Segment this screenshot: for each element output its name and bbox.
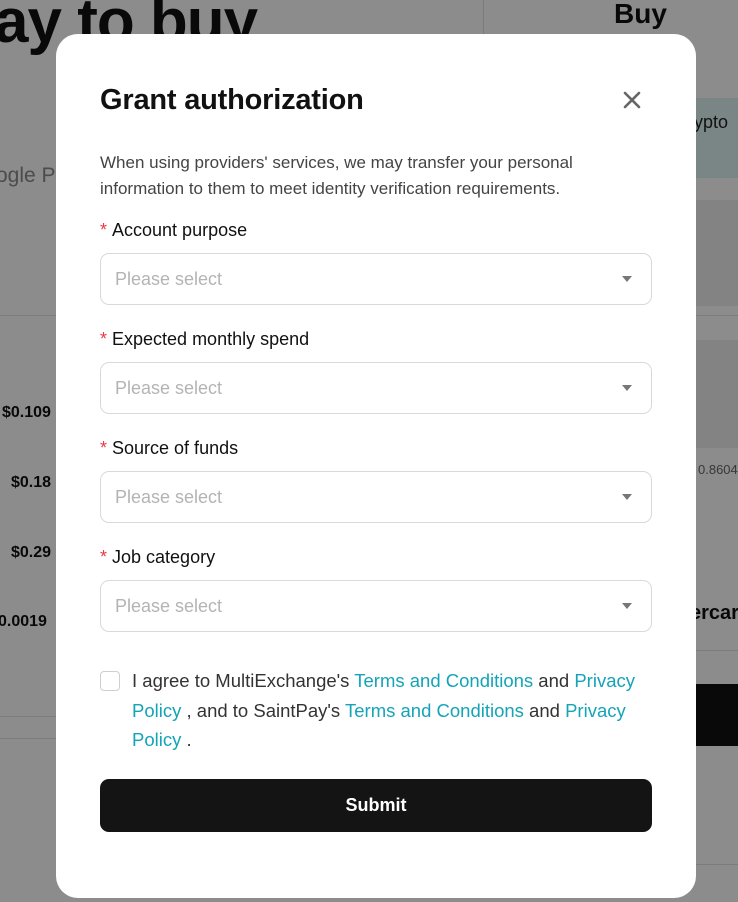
agreement-row: I agree to MultiExchange's Terms and Con… [100,666,652,755]
expected-monthly-spend-select[interactable]: Please select [100,362,652,414]
select-placeholder: Please select [115,486,223,507]
field-label: * Account purpose [100,218,652,242]
expected-monthly-spend-field: * Expected monthly spend Please select [100,327,652,414]
agreement-text: I agree to MultiExchange's Terms and Con… [132,666,644,755]
multiexchange-terms-link[interactable]: Terms and Conditions [354,670,533,691]
select-placeholder: Please select [115,595,223,616]
agreement-checkbox[interactable] [100,671,120,691]
saintpay-terms-link[interactable]: Terms and Conditions [345,700,524,721]
agreement-text-part: and [523,699,566,721]
agreement-text-part: and [533,670,575,691]
source-of-funds-field: * Source of funds Please select [100,436,652,523]
source-of-funds-select[interactable]: Please select [100,471,652,523]
agreement-text-part: I agree to MultiExchange's [132,670,355,691]
field-label: * Job category [100,545,652,569]
field-label-text: Expected monthly spend [112,329,310,349]
caret-down-icon [621,600,633,612]
agreement-text-part: . [181,729,192,750]
field-label-text: Job category [112,547,216,567]
close-button[interactable] [618,86,646,114]
caret-down-icon [621,491,633,503]
grant-authorization-dialog: Grant authorization When using providers… [56,34,696,898]
dialog-header: Grant authorization [100,78,652,122]
required-mark: * [100,329,108,349]
required-mark: * [100,438,108,458]
select-placeholder: Please select [115,268,223,289]
field-label: * Source of funds [100,436,652,460]
field-label: * Expected monthly spend [100,327,652,351]
dialog-description: When using providers' services, we may t… [100,153,573,198]
job-category-field: * Job category Please select [100,545,652,632]
submit-button[interactable]: Submit [100,778,652,832]
job-category-select[interactable]: Please select [100,580,652,632]
caret-down-icon [621,382,633,394]
required-mark: * [100,220,108,240]
select-placeholder: Please select [115,377,223,398]
field-label-text: Source of funds [112,438,239,458]
required-mark: * [100,547,108,567]
caret-down-icon [621,273,633,285]
account-purpose-select[interactable]: Please select [100,253,652,305]
account-purpose-field: * Account purpose Please select [100,218,652,305]
field-label-text: Account purpose [112,220,248,240]
dialog-title: Grant authorization [100,83,364,116]
agreement-text-part: , and to SaintPay's [181,699,345,721]
close-icon [623,91,641,109]
